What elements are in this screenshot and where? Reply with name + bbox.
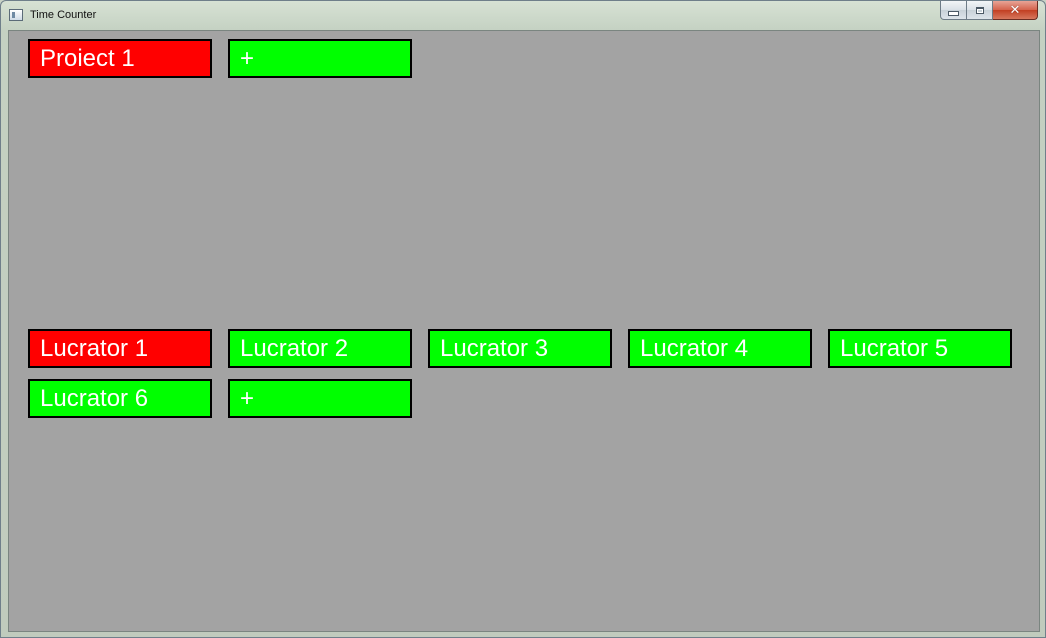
task-button-4[interactable]: Lucrator 4 <box>628 329 812 368</box>
close-button[interactable]: ✕ <box>993 1 1038 20</box>
app-window: Time Counter ✕ Proiect 1 + Lucrator 1 Lu… <box>0 0 1046 638</box>
task-button-2[interactable]: Lucrator 2 <box>228 329 412 368</box>
maximize-button[interactable] <box>967 1 993 20</box>
task-button-6[interactable]: Lucrator 6 <box>28 379 212 418</box>
minimize-icon <box>948 10 959 16</box>
window-title: Time Counter <box>30 9 97 21</box>
project-button-1[interactable]: Proiect 1 <box>28 39 212 78</box>
task-button-1[interactable]: Lucrator 1 <box>28 329 212 368</box>
add-project-button[interactable]: + <box>228 39 412 78</box>
app-icon[interactable] <box>9 9 23 21</box>
caption-buttons: ✕ <box>940 1 1038 20</box>
maximize-icon <box>975 6 984 14</box>
client-area: Proiect 1 + Lucrator 1 Lucrator 2 Lucrat… <box>8 30 1040 632</box>
add-task-button[interactable]: + <box>228 379 412 418</box>
task-button-3[interactable]: Lucrator 3 <box>428 329 612 368</box>
close-icon: ✕ <box>1009 2 1021 18</box>
title-bar[interactable]: Time Counter ✕ <box>1 1 1045 30</box>
task-button-5[interactable]: Lucrator 5 <box>828 329 1012 368</box>
minimize-button[interactable] <box>940 1 967 20</box>
